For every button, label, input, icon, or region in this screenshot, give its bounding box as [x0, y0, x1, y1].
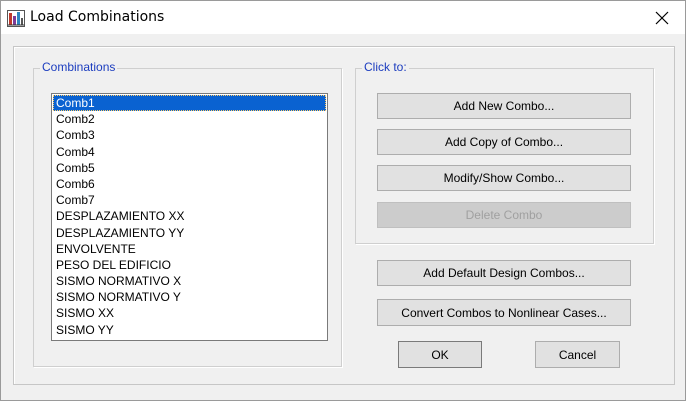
click-to-legend: Click to:	[362, 60, 409, 74]
combination-list-item[interactable]: SISMO NORMATIVO X	[53, 273, 326, 289]
combination-list-item[interactable]: Comb3	[53, 127, 326, 143]
modify-show-combo-button[interactable]: Modify/Show Combo...	[377, 165, 631, 191]
combination-list-item[interactable]: DESPLAZAMIENTO YY	[53, 225, 326, 241]
combination-list-item[interactable]: Comb5	[53, 160, 326, 176]
combination-list-item[interactable]: Comb4	[53, 144, 326, 160]
combinations-legend: Combinations	[40, 60, 118, 74]
delete-combo-button[interactable]: Delete Combo	[377, 202, 631, 228]
convert-combos-button[interactable]: Convert Combos to Nonlinear Cases...	[377, 299, 631, 326]
combination-list-item[interactable]: SISMO NORMATIVO Y	[53, 289, 326, 305]
combination-list-item[interactable]: Comb1	[53, 95, 326, 112]
close-button[interactable]	[639, 1, 685, 34]
combination-list-item[interactable]: Comb6	[53, 176, 326, 192]
add-new-combo-button[interactable]: Add New Combo...	[377, 93, 631, 119]
combination-list-item[interactable]: SISMO XX	[53, 305, 326, 321]
add-default-design-combos-button[interactable]: Add Default Design Combos...	[377, 260, 631, 286]
combination-list-item[interactable]: SISMO YY	[53, 322, 326, 338]
combinations-list[interactable]: Comb1 Comb2 Comb3 Comb4 Comb5 Comb6 Comb7 DESPL…	[51, 93, 328, 341]
ok-button[interactable]: OK	[398, 341, 482, 368]
combination-list-item[interactable]: Comb7	[53, 192, 326, 208]
load-combinations-dialog: Load Combinations Combinations Comb1 Comb…	[0, 0, 686, 401]
combination-list-item[interactable]: PESO DEL EDIFICIO	[53, 257, 326, 273]
combination-list-item[interactable]: DESPLAZAMIENTO XX	[53, 208, 326, 224]
window-title: Load Combinations	[30, 9, 165, 25]
app-icon	[7, 10, 25, 27]
title-bar: Load Combinations	[1, 1, 685, 34]
cancel-button[interactable]: Cancel	[535, 341, 620, 368]
combination-list-item[interactable]: ENVOLVENTE	[53, 241, 326, 257]
combination-list-item[interactable]: Comb2	[53, 111, 326, 127]
add-copy-combo-button[interactable]: Add Copy of Combo...	[377, 129, 631, 155]
close-icon	[655, 11, 669, 24]
